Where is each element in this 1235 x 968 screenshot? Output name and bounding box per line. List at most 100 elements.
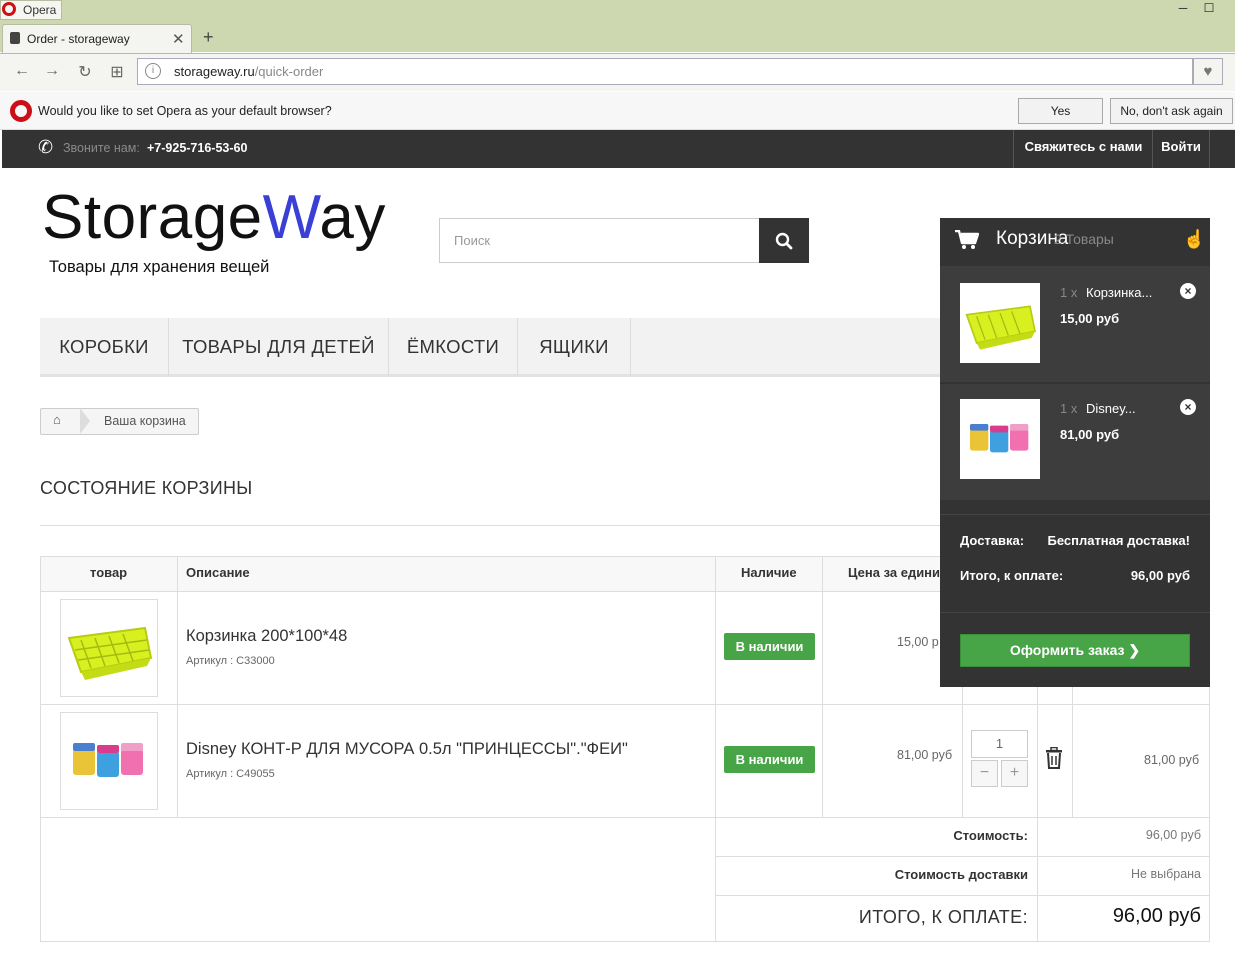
new-tab-icon[interactable]: + xyxy=(203,27,214,48)
phone-label: Звоните нам: xyxy=(63,141,140,155)
product-thumbnail[interactable] xyxy=(60,599,158,697)
product-name-link[interactable]: Корзинка 200*100*48 xyxy=(186,627,347,646)
tab-order[interactable]: Order - storageway xyxy=(2,24,192,53)
menu-item-boxes[interactable]: КОРОБКИ xyxy=(40,318,169,377)
search-input[interactable]: Поиск xyxy=(439,218,760,263)
contact-link[interactable]: Свяжитесь с нами xyxy=(1013,130,1153,168)
cart-icon xyxy=(955,230,979,249)
cart-divider xyxy=(940,514,1210,515)
table-divider xyxy=(41,704,1209,705)
mouse-cursor-icon: ☝ xyxy=(1183,229,1206,249)
cart-item-name[interactable]: Корзинка... xyxy=(1086,285,1152,300)
reload-icon[interactable]: ↻ xyxy=(75,62,95,82)
speed-dial-icon[interactable]: ⊞ xyxy=(107,62,127,82)
cart-item-qty: 1 x xyxy=(1060,285,1078,300)
col-header-product: товар xyxy=(90,565,128,580)
address-bar[interactable]: storageway.ru/quick-order xyxy=(137,58,1193,85)
trash-bins-image-icon xyxy=(73,743,143,777)
logo-text-w: W xyxy=(262,183,320,252)
login-link[interactable]: Войти xyxy=(1152,130,1210,168)
phone-number[interactable]: +7-925-716-53-60 xyxy=(147,141,247,155)
menu-item-kids[interactable]: ТОВАРЫ ДЛЯ ДЕТЕЙ xyxy=(169,318,389,377)
delete-item-icon xyxy=(1046,746,1062,769)
heart-icon[interactable]: ♥ xyxy=(1193,58,1223,85)
table-divider xyxy=(716,856,1209,857)
line-total: 81,00 руб xyxy=(1144,753,1200,767)
cart-total-value: 96,00 руб xyxy=(1130,568,1190,583)
table-divider xyxy=(1072,687,1073,818)
phone-icon: ✆ xyxy=(38,137,54,157)
cart-divider xyxy=(940,612,1210,613)
delivery-cost-value: Не выбрана xyxy=(1131,867,1201,881)
trash-bins-image-icon xyxy=(970,424,1029,453)
product-thumbnail[interactable] xyxy=(60,712,158,810)
breadcrumb-separator xyxy=(80,408,90,434)
cart-item-price: 81,00 руб xyxy=(1060,427,1120,442)
product-name-link[interactable]: Disney КОНТ-Р ДЛЯ МУСОРА 0.5л "ПРИНЦЕССЫ… xyxy=(186,740,628,759)
col-header-description: Описание xyxy=(186,565,250,580)
remove-item-icon[interactable]: × xyxy=(1180,283,1196,299)
table-divider xyxy=(715,557,716,942)
subtotal-value: 96,00 руб xyxy=(1145,828,1201,842)
home-icon[interactable]: ⌂ xyxy=(53,412,61,427)
infobar-yes-button[interactable]: Yes xyxy=(1018,98,1103,124)
page-title: СОСТОЯНИЕ КОРЗИНЫ xyxy=(40,478,253,498)
window-titlebar xyxy=(0,0,1235,20)
checkout-label: Оформить заказ xyxy=(1009,642,1125,658)
quantity-decrease-button[interactable]: − xyxy=(971,760,998,787)
menu-item-containers[interactable]: ЁМКОСТИ xyxy=(389,318,518,377)
trash-icon[interactable] xyxy=(1045,746,1063,775)
col-header-unit-price: Цена за едини xyxy=(848,565,941,580)
unit-price: 15,00 р xyxy=(897,635,939,649)
opera-logo-icon xyxy=(2,2,16,16)
logo-text-end: ay xyxy=(319,183,386,252)
search-button[interactable] xyxy=(759,218,809,263)
table-divider xyxy=(177,557,178,818)
url-path: /quick-order xyxy=(254,64,324,79)
table-divider xyxy=(716,895,1209,896)
breadcrumb-current: Ваша корзина xyxy=(104,414,186,428)
back-icon[interactable]: ← xyxy=(12,62,32,80)
remove-item-icon[interactable]: × xyxy=(1180,399,1196,415)
minimize-icon[interactable]: ─ xyxy=(1170,0,1196,18)
chevron-right-icon: ❯ xyxy=(1128,642,1141,658)
stock-badge: В наличии xyxy=(724,746,815,773)
unit-price: 81,00 руб xyxy=(897,748,953,762)
logo-text-main: Storage xyxy=(42,183,263,252)
delivery-cost-label: Стоимость доставки xyxy=(894,867,1028,882)
quantity-increase-button[interactable]: + xyxy=(1001,760,1028,787)
maximize-icon[interactable]: ☐ xyxy=(1196,0,1222,18)
forward-icon[interactable]: → xyxy=(42,62,62,80)
tab-close-icon[interactable]: ✕ xyxy=(172,30,185,48)
subtotal-label: Стоимость: xyxy=(953,828,1028,843)
basket-image-icon xyxy=(67,626,153,680)
cart-delivery-label: Доставка: xyxy=(960,533,1025,548)
infobar-no-button[interactable]: No, don't ask again xyxy=(1110,98,1233,124)
site-info-icon[interactable]: i xyxy=(145,63,161,79)
search-icon xyxy=(775,232,793,250)
site-logo[interactable]: StorageWay xyxy=(42,184,386,252)
cart-item-thumbnail[interactable] xyxy=(960,399,1040,479)
cart-count: 2 Товары xyxy=(1054,231,1114,247)
col-header-stock: Наличие xyxy=(741,565,797,580)
cart-item-name[interactable]: Disney... xyxy=(1086,401,1136,416)
cart-item-qty: 1 x xyxy=(1060,401,1078,416)
site-tagline: Товары для хранения вещей xyxy=(49,258,270,276)
cart-delivery-value: Бесплатная доставка! xyxy=(1047,533,1190,548)
tab-favicon-icon xyxy=(10,32,20,44)
grand-total-label: ИТОГО, К ОПЛАТЕ: xyxy=(858,907,1028,927)
product-sku: Артикул : C49055 xyxy=(186,768,275,780)
url-host: storageway.ru xyxy=(174,64,255,79)
grand-total-value: 96,00 руб xyxy=(1112,905,1201,927)
stock-badge: В наличии xyxy=(724,633,815,660)
cart-item-thumbnail[interactable] xyxy=(960,283,1040,363)
table-divider xyxy=(962,687,963,818)
menu-item-drawers[interactable]: ЯЩИКИ xyxy=(518,318,631,377)
checkout-button[interactable]: Оформить заказ ❯ xyxy=(960,634,1190,667)
quantity-input[interactable]: 1 xyxy=(971,730,1028,758)
product-sku: Артикул : C33000 xyxy=(186,655,275,667)
table-divider xyxy=(1037,687,1038,942)
table-divider xyxy=(822,557,823,818)
cart-item-price: 15,00 руб xyxy=(1060,311,1120,326)
cart-total-label: Итого, к оплате: xyxy=(960,568,1064,583)
